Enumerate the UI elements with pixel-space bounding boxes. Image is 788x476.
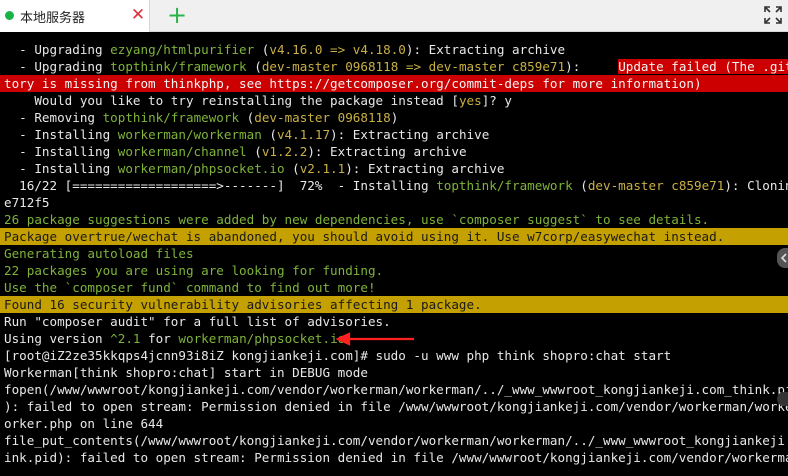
- terminal-output[interactable]: - Upgrading ezyang/htmlpurifier (v4.16.0…: [0, 41, 788, 476]
- terminal-line: orker.php on line 644: [4, 416, 164, 431]
- terminal-line: ): failed to open stream: Permission den…: [4, 399, 788, 414]
- warning-message: Package overtrue/wechat is abandoned, yo…: [0, 228, 788, 245]
- fullscreen-icon[interactable]: [762, 4, 784, 26]
- error-message: Update failed (The .git direc: [618, 59, 788, 74]
- tab-title: 本地服务器: [20, 11, 86, 26]
- terminal-line: Would you like to try reinstalling the p…: [4, 93, 513, 108]
- scroll-handle[interactable]: [777, 392, 788, 406]
- new-tab-icon[interactable]: +: [166, 1, 188, 29]
- terminal-line: ink.pid): failed to open stream: Permiss…: [4, 450, 788, 465]
- close-tab-icon[interactable]: ✕: [128, 4, 148, 26]
- terminal-line: Workerman[think shopro:chat] start in DE…: [4, 365, 368, 380]
- terminal-line: 22 packages you are using are looking fo…: [4, 263, 384, 278]
- tab-local-server[interactable]: 本地服务器 ✕: [0, 0, 150, 32]
- command-prompt: [root@iZ2ze35kkqps4jcnn93i8iZ kongjianke…: [4, 348, 672, 363]
- side-panel-toggle[interactable]: [777, 248, 788, 268]
- annotation-arrow: [336, 332, 414, 346]
- terminal-line: Generating autoload files: [4, 246, 194, 261]
- tab-bar: 本地服务器 ✕ +: [0, 0, 788, 32]
- terminal-line: Use the `composer fund` command to find …: [4, 280, 376, 295]
- terminal-line: Run "composer audit" for a full list of …: [4, 314, 391, 329]
- terminal-line: - Upgrading ezyang/htmlpurifier (v4.16.0…: [4, 42, 566, 57]
- error-message: tory is missing from thinkphp, see https…: [0, 75, 788, 92]
- progress-line: 16/22 [===================>-------] 72% …: [4, 178, 788, 193]
- terminal-line: - Upgrading topthink/framework (dev-mast…: [0, 58, 788, 75]
- terminal-line: Using version ^2.1 for workerman/phpsock…: [0, 330, 788, 347]
- terminal-line: file_put_contents(/www/wwwroot/kongjiank…: [4, 433, 788, 448]
- terminal-line: - Installing workerman/workerman (v4.1.1…: [4, 127, 490, 142]
- terminal-line: 26 package suggestions were added by new…: [4, 212, 710, 227]
- terminal-line: - Installing workerman/phpsocket.io (v2.…: [4, 161, 505, 176]
- terminal-line: - Removing topthink/framework (dev-maste…: [4, 110, 399, 125]
- terminal-line: fopen(/www/wwwroot/kongjiankeji.com/vend…: [4, 382, 788, 397]
- connection-status-icon: [5, 11, 14, 20]
- terminal-line: e712f5: [4, 195, 50, 210]
- warning-message: Found 16 security vulnerability advisori…: [0, 296, 788, 313]
- terminal-line: - Installing workerman/channel (v1.2.2):…: [4, 144, 467, 159]
